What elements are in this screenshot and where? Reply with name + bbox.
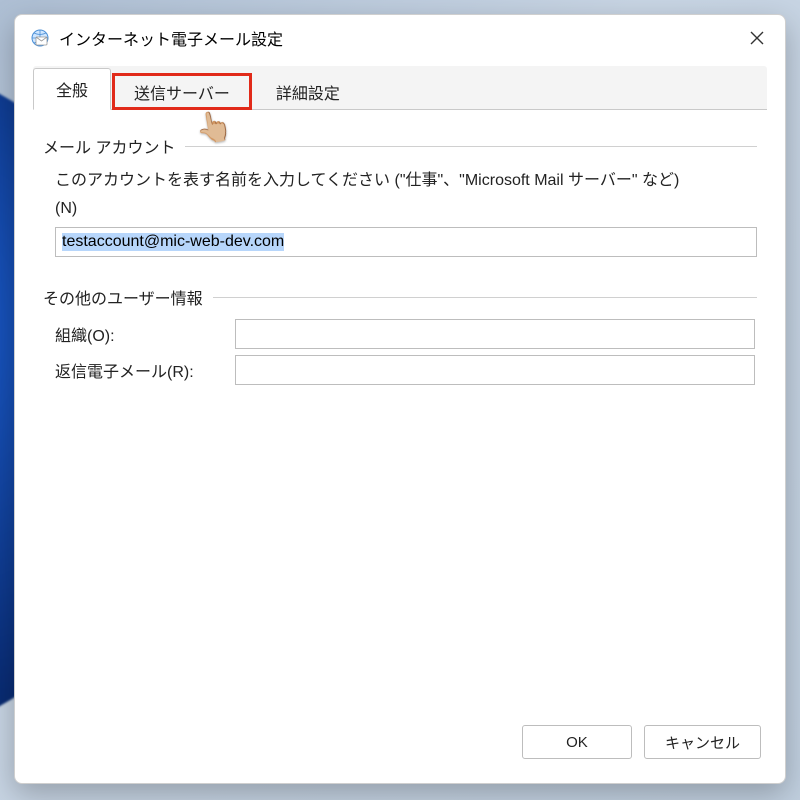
group-other-user-info: その他のユーザー情報 組織(O): 返信電子メール(R):: [43, 285, 757, 385]
account-name-input[interactable]: testaccount@mic-web-dev.com: [55, 227, 757, 257]
dialog-title: インターネット電子メール設定: [59, 26, 734, 50]
titlebar: インターネット電子メール設定: [15, 15, 785, 60]
organization-label: 組織(O):: [55, 322, 235, 346]
tab-general[interactable]: 全般: [33, 68, 111, 110]
email-settings-dialog: インターネット電子メール設定 全般 送信サーバー 詳細設定 👆🏼 メール アカウ…: [14, 14, 786, 784]
tab-outgoing-label: 送信サーバー: [134, 80, 230, 104]
close-icon: [750, 31, 764, 45]
tab-bar: 全般 送信サーバー 詳細設定: [33, 66, 767, 110]
row-organization: 組織(O):: [55, 319, 757, 349]
organization-input[interactable]: [235, 319, 755, 349]
account-name-description: このアカウントを表す名前を入力してください ("仕事"、"Microsoft M…: [55, 168, 757, 194]
account-name-value: testaccount@mic-web-dev.com: [62, 233, 284, 251]
reply-email-input[interactable]: [235, 355, 755, 385]
divider: [185, 146, 757, 147]
group-mail-account: メール アカウント このアカウントを表す名前を入力してください ("仕事"、"M…: [43, 134, 757, 257]
mail-globe-icon: [29, 27, 51, 49]
cancel-button[interactable]: キャンセル: [644, 725, 761, 759]
tab-advanced-label: 詳細設定: [276, 80, 340, 104]
tab-advanced[interactable]: 詳細設定: [253, 72, 363, 110]
group-mail-account-title: メール アカウント: [43, 134, 175, 158]
tab-outgoing-server[interactable]: 送信サーバー: [111, 72, 253, 110]
reply-email-label: 返信電子メール(R):: [55, 358, 235, 382]
close-button[interactable]: [734, 18, 779, 58]
divider: [213, 297, 757, 298]
tab-general-label: 全般: [56, 77, 88, 101]
row-reply-email: 返信電子メール(R):: [55, 355, 757, 385]
ok-button[interactable]: OK: [522, 725, 632, 759]
group-other-user-info-header: その他のユーザー情報: [43, 285, 757, 309]
tab-content-general: メール アカウント このアカウントを表す名前を入力してください ("仕事"、"M…: [15, 110, 785, 717]
dialog-footer: OK キャンセル: [15, 717, 785, 783]
group-mail-account-header: メール アカウント: [43, 134, 757, 158]
account-name-accelerator: (N): [55, 196, 757, 222]
group-other-user-info-title: その他のユーザー情報: [43, 285, 203, 309]
